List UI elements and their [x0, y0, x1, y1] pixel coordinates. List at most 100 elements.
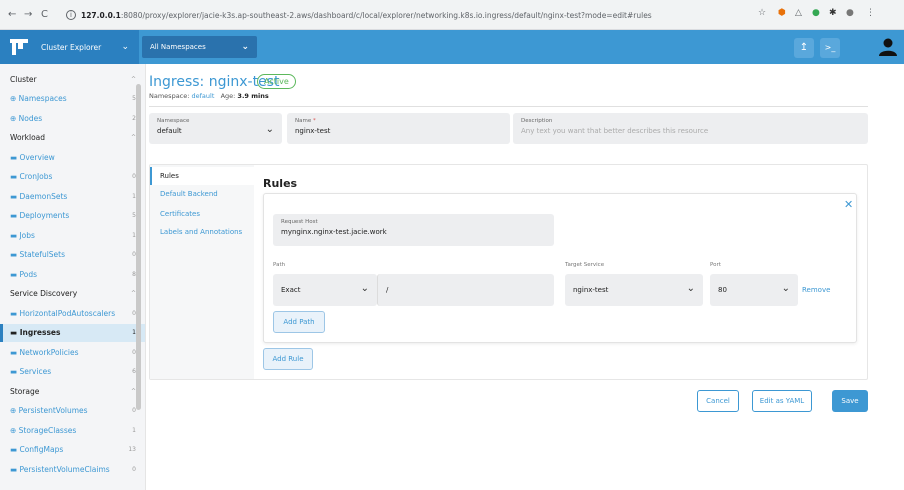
- sidebar-item-count: 0: [132, 309, 136, 317]
- sidebar-item-label: ▬ NetworkPolicies: [10, 347, 79, 357]
- sidebar-item[interactable]: ▬ Overview: [0, 148, 145, 166]
- description-field[interactable]: Description Any text you want that bette…: [513, 113, 868, 144]
- description-placeholder: Any text you want that better describes …: [521, 127, 709, 135]
- port-value: 80: [718, 286, 727, 294]
- kubectl-shell-button[interactable]: >_: [820, 38, 840, 58]
- sidebar-item-count: 0: [132, 348, 136, 356]
- add-rule-button[interactable]: Add Rule: [263, 348, 313, 370]
- sidebar-item-label: ⊕ Namespaces: [10, 94, 67, 103]
- sidebar-group-header[interactable]: Storage ^: [0, 382, 145, 400]
- port-select[interactable]: 80 ⌄: [710, 274, 798, 306]
- sidebar-item-count: ^: [130, 75, 136, 83]
- extension-icon[interactable]: ⬢: [778, 8, 786, 18]
- sidebar-item-count: 1: [132, 329, 136, 336]
- chevron-down-icon: ⌄: [265, 124, 274, 135]
- path-label: Path: [273, 262, 286, 268]
- request-host-field[interactable]: Request Host mynginx.nginx-test.jacie.wo…: [273, 214, 554, 246]
- edit-as-yaml-button[interactable]: Edit as YAML: [752, 390, 812, 412]
- tab-default-backend[interactable]: Default Backend: [150, 185, 254, 203]
- sidebar-item[interactable]: ⊕ Nodes 2: [0, 109, 145, 127]
- namespace-meta-link[interactable]: default: [192, 92, 215, 100]
- user-avatar[interactable]: [878, 37, 898, 57]
- path-type-value: Exact: [281, 286, 301, 294]
- name-field-value: nginx-test: [295, 127, 331, 135]
- address-bar[interactable]: i 127.0.0.1:8080/proxy/explorer/jacie-k3…: [66, 7, 756, 23]
- sidebar-item-count: 1: [132, 426, 136, 434]
- bookmark-star-icon[interactable]: ☆: [758, 8, 766, 18]
- site-info-icon[interactable]: i: [66, 10, 76, 20]
- terminal-icon: >_: [824, 43, 836, 52]
- resource-meta: Namespace: default Age: 3.9 mins: [149, 92, 269, 100]
- sidebar-item-label: Service Discovery: [10, 289, 78, 298]
- import-yaml-button[interactable]: ↥: [794, 38, 814, 58]
- tab-rules[interactable]: Rules: [150, 167, 254, 185]
- sidebar-group-header[interactable]: Workload ^: [0, 129, 145, 147]
- target-service-select[interactable]: nginx-test ⌄: [565, 274, 703, 306]
- target-service-value: nginx-test: [573, 286, 609, 294]
- sidebar-item-count: ^: [130, 134, 136, 141]
- cancel-button[interactable]: Cancel: [697, 390, 739, 412]
- sidebar-item[interactable]: ▬ DaemonSets 1: [0, 187, 145, 205]
- sidebar-item-count: 0: [132, 465, 136, 473]
- profile-icon[interactable]: ●: [846, 8, 854, 18]
- sidebar-group-header[interactable]: Cluster ^: [0, 70, 145, 88]
- sidebar-item-label: ▬ CronJobs: [10, 172, 53, 181]
- sidebar-item-count: 5: [132, 212, 136, 219]
- namespace-meta-label: Namespace:: [149, 92, 192, 100]
- sidebar-item-label: ▬ Services: [10, 367, 52, 376]
- namespace-filter-dropdown[interactable]: All Namespaces ⌄: [142, 36, 257, 58]
- sidebar-item-count: 1: [132, 231, 136, 239]
- sidebar-item-label: ▬ Overview: [10, 152, 55, 162]
- sidebar-item[interactable]: ▬ ConfigMaps 13: [0, 441, 145, 459]
- path-input[interactable]: /: [377, 274, 554, 306]
- sidebar-item[interactable]: ▬ StatefulSets 0: [0, 246, 145, 264]
- name-field-label: Name *: [295, 118, 316, 124]
- extension-icon[interactable]: ●: [812, 8, 820, 18]
- sidebar-item-label: ▬ PersistentVolumeClaims: [10, 464, 110, 474]
- sidebar-item[interactable]: ▬ Pods 8: [0, 265, 145, 283]
- forward-icon[interactable]: →: [24, 9, 32, 20]
- extensions-puzzle-icon[interactable]: ✱: [829, 8, 837, 18]
- port-label: Port: [710, 262, 721, 268]
- url-host: 127.0.0.1: [81, 10, 121, 20]
- reload-icon[interactable]: C: [41, 9, 48, 20]
- age-value: 3.9 mins: [237, 92, 269, 100]
- extension-icon[interactable]: △: [795, 8, 802, 18]
- remove-path-link[interactable]: Remove: [802, 286, 830, 294]
- path-type-select[interactable]: Exact ⌄: [273, 274, 377, 306]
- sidebar-item-label: Storage: [10, 386, 40, 396]
- sidebar-item[interactable]: ▬ Ingresses 1: [0, 323, 145, 342]
- sidebar-group-header[interactable]: Service Discovery ^: [0, 285, 145, 303]
- add-path-button[interactable]: Add Path: [273, 311, 325, 333]
- age-label: Age:: [220, 92, 238, 100]
- rules-heading: Rules: [263, 177, 298, 190]
- sidebar-item[interactable]: ⊕ StorageClasses 1: [0, 421, 145, 439]
- sidebar-item[interactable]: ▬ Services 6: [0, 363, 145, 381]
- sidebar-item[interactable]: ▬ NetworkPolicies 0: [0, 343, 145, 361]
- sidebar-item-label: ▬ Deployments: [10, 211, 70, 220]
- chevron-down-icon: ⌄: [121, 42, 129, 52]
- save-button[interactable]: Save: [832, 390, 868, 412]
- sidebar-item-label: ▬ HorizontalPodAutoscalers: [10, 308, 116, 318]
- sidebar-item-count: ^: [130, 387, 136, 395]
- sidebar-item[interactable]: ▬ Deployments 5: [0, 207, 145, 225]
- tab-certificates[interactable]: Certificates: [150, 205, 254, 223]
- name-field[interactable]: Name * nginx-test: [287, 113, 510, 144]
- sidebar-item[interactable]: ⊕ PersistentVolumes 0: [0, 402, 145, 420]
- sidebar-scrollbar[interactable]: [136, 84, 141, 410]
- sidebar-item[interactable]: ▬ CronJobs 0: [0, 168, 145, 186]
- namespace-select[interactable]: Namespace default ⌄: [149, 113, 282, 144]
- back-icon[interactable]: ←: [8, 9, 16, 20]
- sidebar-item[interactable]: ⊕ Namespaces 5: [0, 90, 145, 108]
- close-icon[interactable]: ✕: [844, 198, 853, 211]
- sidebar-item[interactable]: ▬ Jobs 1: [0, 226, 145, 244]
- sidebar-item[interactable]: ▬ HorizontalPodAutoscalers 0: [0, 304, 145, 322]
- sidebar-item-count: 5: [132, 95, 136, 102]
- sidebar-item[interactable]: ▬ PersistentVolumeClaims 0: [0, 460, 145, 478]
- sidebar-item-count: 1: [132, 192, 136, 200]
- cluster-explorer-menu[interactable]: Cluster Explorer ⌄: [0, 30, 139, 64]
- sidebar-item-count: ^: [130, 290, 136, 297]
- sidebar-item-count: 0: [132, 251, 136, 258]
- tab-labels-annotations[interactable]: Labels and Annotations: [150, 223, 254, 241]
- browser-menu-icon[interactable]: ⋮: [866, 8, 875, 18]
